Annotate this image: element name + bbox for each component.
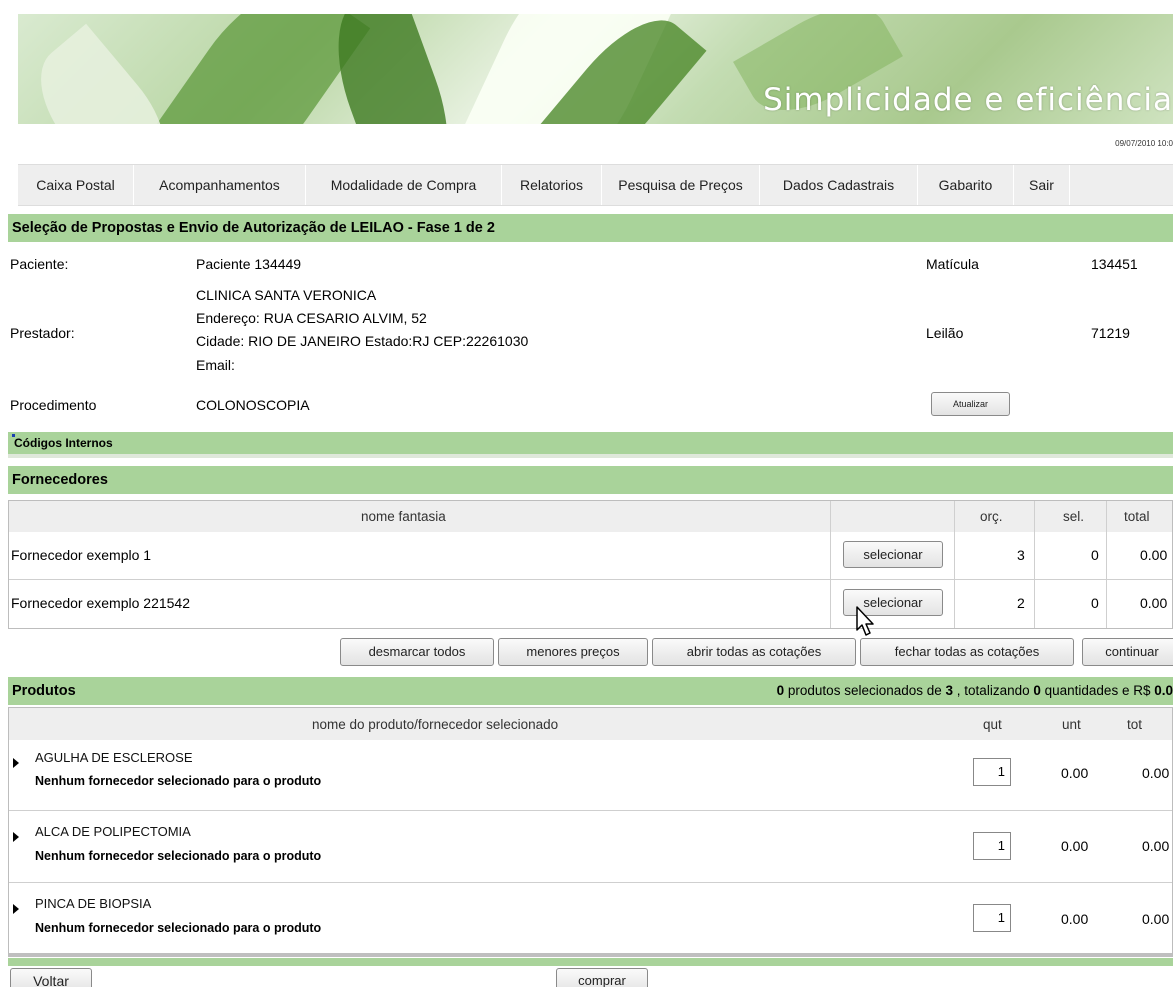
fornecedores-col-divider [830, 501, 831, 628]
produto-nome: ALCA DE POLIPECTOMIA [35, 824, 191, 839]
fornecedor-sel: 0 [1091, 547, 1099, 563]
codigos-internos-label: Códigos Internos [14, 436, 113, 450]
header-unt: unt [1062, 717, 1081, 732]
prestador-line-4: Email: [196, 357, 235, 373]
produto-fornecedor-note: Nenhum fornecedor selecionado para o pro… [35, 849, 322, 863]
prestador-line-1: CLINICA SANTA VERONICA [196, 287, 377, 303]
paciente-value: Paciente 134449 [196, 256, 302, 272]
quantity-input[interactable]: 1 [973, 758, 1011, 786]
fornecedores-row-divider [9, 579, 1172, 580]
summary-text-3: quantidades e R$ [1040, 683, 1155, 698]
produto-fornecedor-note: Nenhum fornecedor selecionado para o pro… [35, 921, 322, 935]
prestador-line-2: Endereço: RUA CESARIO ALVIM, 52 [196, 310, 427, 326]
page: Simplicidade e eficiência 09/07/2010 10:… [8, 0, 1173, 987]
produtos-title: Produtos 0 produtos selecionados de 3 , … [8, 677, 1173, 705]
produto-unt: 0.00 [1061, 911, 1089, 927]
header-sel: sel. [1063, 509, 1085, 524]
menu-item-relatorios[interactable]: Relatorios [502, 165, 602, 205]
menores-precos-button[interactable]: menores preços [498, 638, 648, 666]
codigos-internos-bar[interactable]: Códigos Internos [8, 432, 1173, 458]
paciente-label: Paciente: [10, 256, 69, 272]
produto-nome: PINCA DE BIOPSIA [35, 896, 152, 911]
produto-tot: 0.00 [1142, 911, 1170, 927]
fornecedor-orc: 2 [1017, 595, 1025, 611]
menu-item-modalidade-de-compra[interactable]: Modalidade de Compra [306, 165, 502, 205]
quantity-input[interactable]: 1 [973, 904, 1011, 932]
menu-item-dados-cadastrais[interactable]: Dados Cadastrais [760, 165, 918, 205]
expand-arrow-icon[interactable] [13, 758, 19, 768]
produto-unt: 0.00 [1061, 765, 1089, 781]
main-menu: Caixa Postal Acompanhamentos Modalidade … [18, 164, 1173, 206]
menu-item-acompanhamentos[interactable]: Acompanhamentos [134, 165, 306, 205]
fornecedor-sel: 0 [1091, 595, 1099, 611]
produto-tot: 0.00 [1142, 838, 1170, 854]
fornecedor-total: 0.00 [1140, 547, 1168, 563]
fornecedores-title: Fornecedores [8, 466, 1173, 494]
menu-item-caixa-postal[interactable]: Caixa Postal [18, 165, 134, 205]
fornecedores-col-divider [1106, 501, 1107, 628]
header-tot: tot [1127, 717, 1143, 732]
produto-fornecedor-note: Nenhum fornecedor selecionado para o pro… [35, 774, 322, 788]
header-nome-produto: nome do produto/fornecedor selecionado [312, 717, 559, 732]
fechar-todas-cotacoes-button[interactable]: fechar todas as cotações [860, 638, 1074, 666]
desmarcar-todos-button[interactable]: desmarcar todos [340, 638, 494, 666]
fornecedor-total: 0.00 [1140, 595, 1168, 611]
header-qut: qut [983, 717, 1002, 732]
atualizar-button[interactable]: Atualizar [931, 392, 1010, 416]
fornecedores-table: nome fantasia orç. sel. total Fornecedor… [8, 500, 1173, 629]
continuar-button[interactable]: continuar [1082, 638, 1173, 666]
selecionar-button[interactable]: selecionar [843, 541, 943, 568]
produtos-table: nome do produto/fornecedor selecionado q… [8, 707, 1173, 957]
produtos-row-divider [9, 882, 1172, 883]
expand-arrow-icon[interactable] [13, 832, 19, 842]
produtos-row-divider [9, 810, 1172, 811]
matricula-value: 134451 [1091, 256, 1138, 272]
prestador-line-3: Cidade: RIO DE JANEIRO Estado:RJ CEP:222… [196, 333, 529, 349]
produto-unt: 0.00 [1061, 838, 1089, 854]
header-nome-fantasia: nome fantasia [361, 509, 446, 524]
summary-text-2: , totalizando [953, 683, 1034, 698]
prestador-label: Prestador: [10, 325, 75, 341]
header-orc: orç. [980, 509, 1003, 524]
banner-title: Simplicidade e eficiência [763, 82, 1173, 118]
mouse-cursor-icon [856, 606, 874, 636]
produto-nome: AGULHA DE ESCLEROSE [35, 750, 193, 765]
summary-qtd: 0 [1033, 683, 1041, 698]
leilao-value: 71219 [1091, 325, 1130, 341]
produto-tot: 0.00 [1142, 765, 1170, 781]
summary-text-1: produtos selecionados de [784, 683, 946, 698]
fornecedor-orc: 3 [1017, 547, 1025, 563]
procedimento-value: COLONOSCOPIA [196, 397, 310, 413]
footer-divider [8, 958, 1173, 966]
procedimento-label: Procedimento [10, 397, 97, 413]
datetime: 09/07/2010 10:0 [1115, 139, 1173, 148]
matricula-label: Matícula [926, 256, 979, 272]
fornecedores-col-divider [1034, 501, 1035, 628]
page-title: Seleção de Propostas e Envio de Autoriza… [8, 214, 1173, 242]
banner-leaf-2 [316, 14, 470, 124]
menu-item-sair[interactable]: Sair [1014, 165, 1070, 205]
menu-item-gabarito[interactable]: Gabarito [918, 165, 1014, 205]
fornecedor-nome: Fornecedor exemplo 221542 [11, 595, 191, 611]
banner-leaf-1 [145, 14, 371, 124]
comprar-button[interactable]: comprar [556, 968, 648, 987]
produtos-title-label: Produtos [12, 683, 76, 699]
expand-arrow-icon[interactable] [13, 904, 19, 914]
voltar-button[interactable]: Voltar [10, 968, 92, 987]
summary-total: 3 [945, 683, 954, 698]
summary-valor: 0.0 [1154, 683, 1173, 698]
produtos-summary: 0 produtos selecionados de 3 , totalizan… [777, 677, 1173, 705]
quantity-input[interactable]: 1 [973, 832, 1011, 860]
banner: Simplicidade e eficiência [18, 14, 1173, 124]
leilao-label: Leilão [926, 325, 964, 341]
abrir-todas-cotacoes-button[interactable]: abrir todas as cotações [652, 638, 856, 666]
menu-item-pesquisa-de-precos[interactable]: Pesquisa de Preços [602, 165, 760, 205]
fornecedores-col-divider [954, 501, 955, 628]
fornecedor-nome: Fornecedor exemplo 1 [11, 547, 152, 563]
header-total: total [1124, 509, 1150, 524]
banner-leaf-5 [18, 23, 189, 124]
